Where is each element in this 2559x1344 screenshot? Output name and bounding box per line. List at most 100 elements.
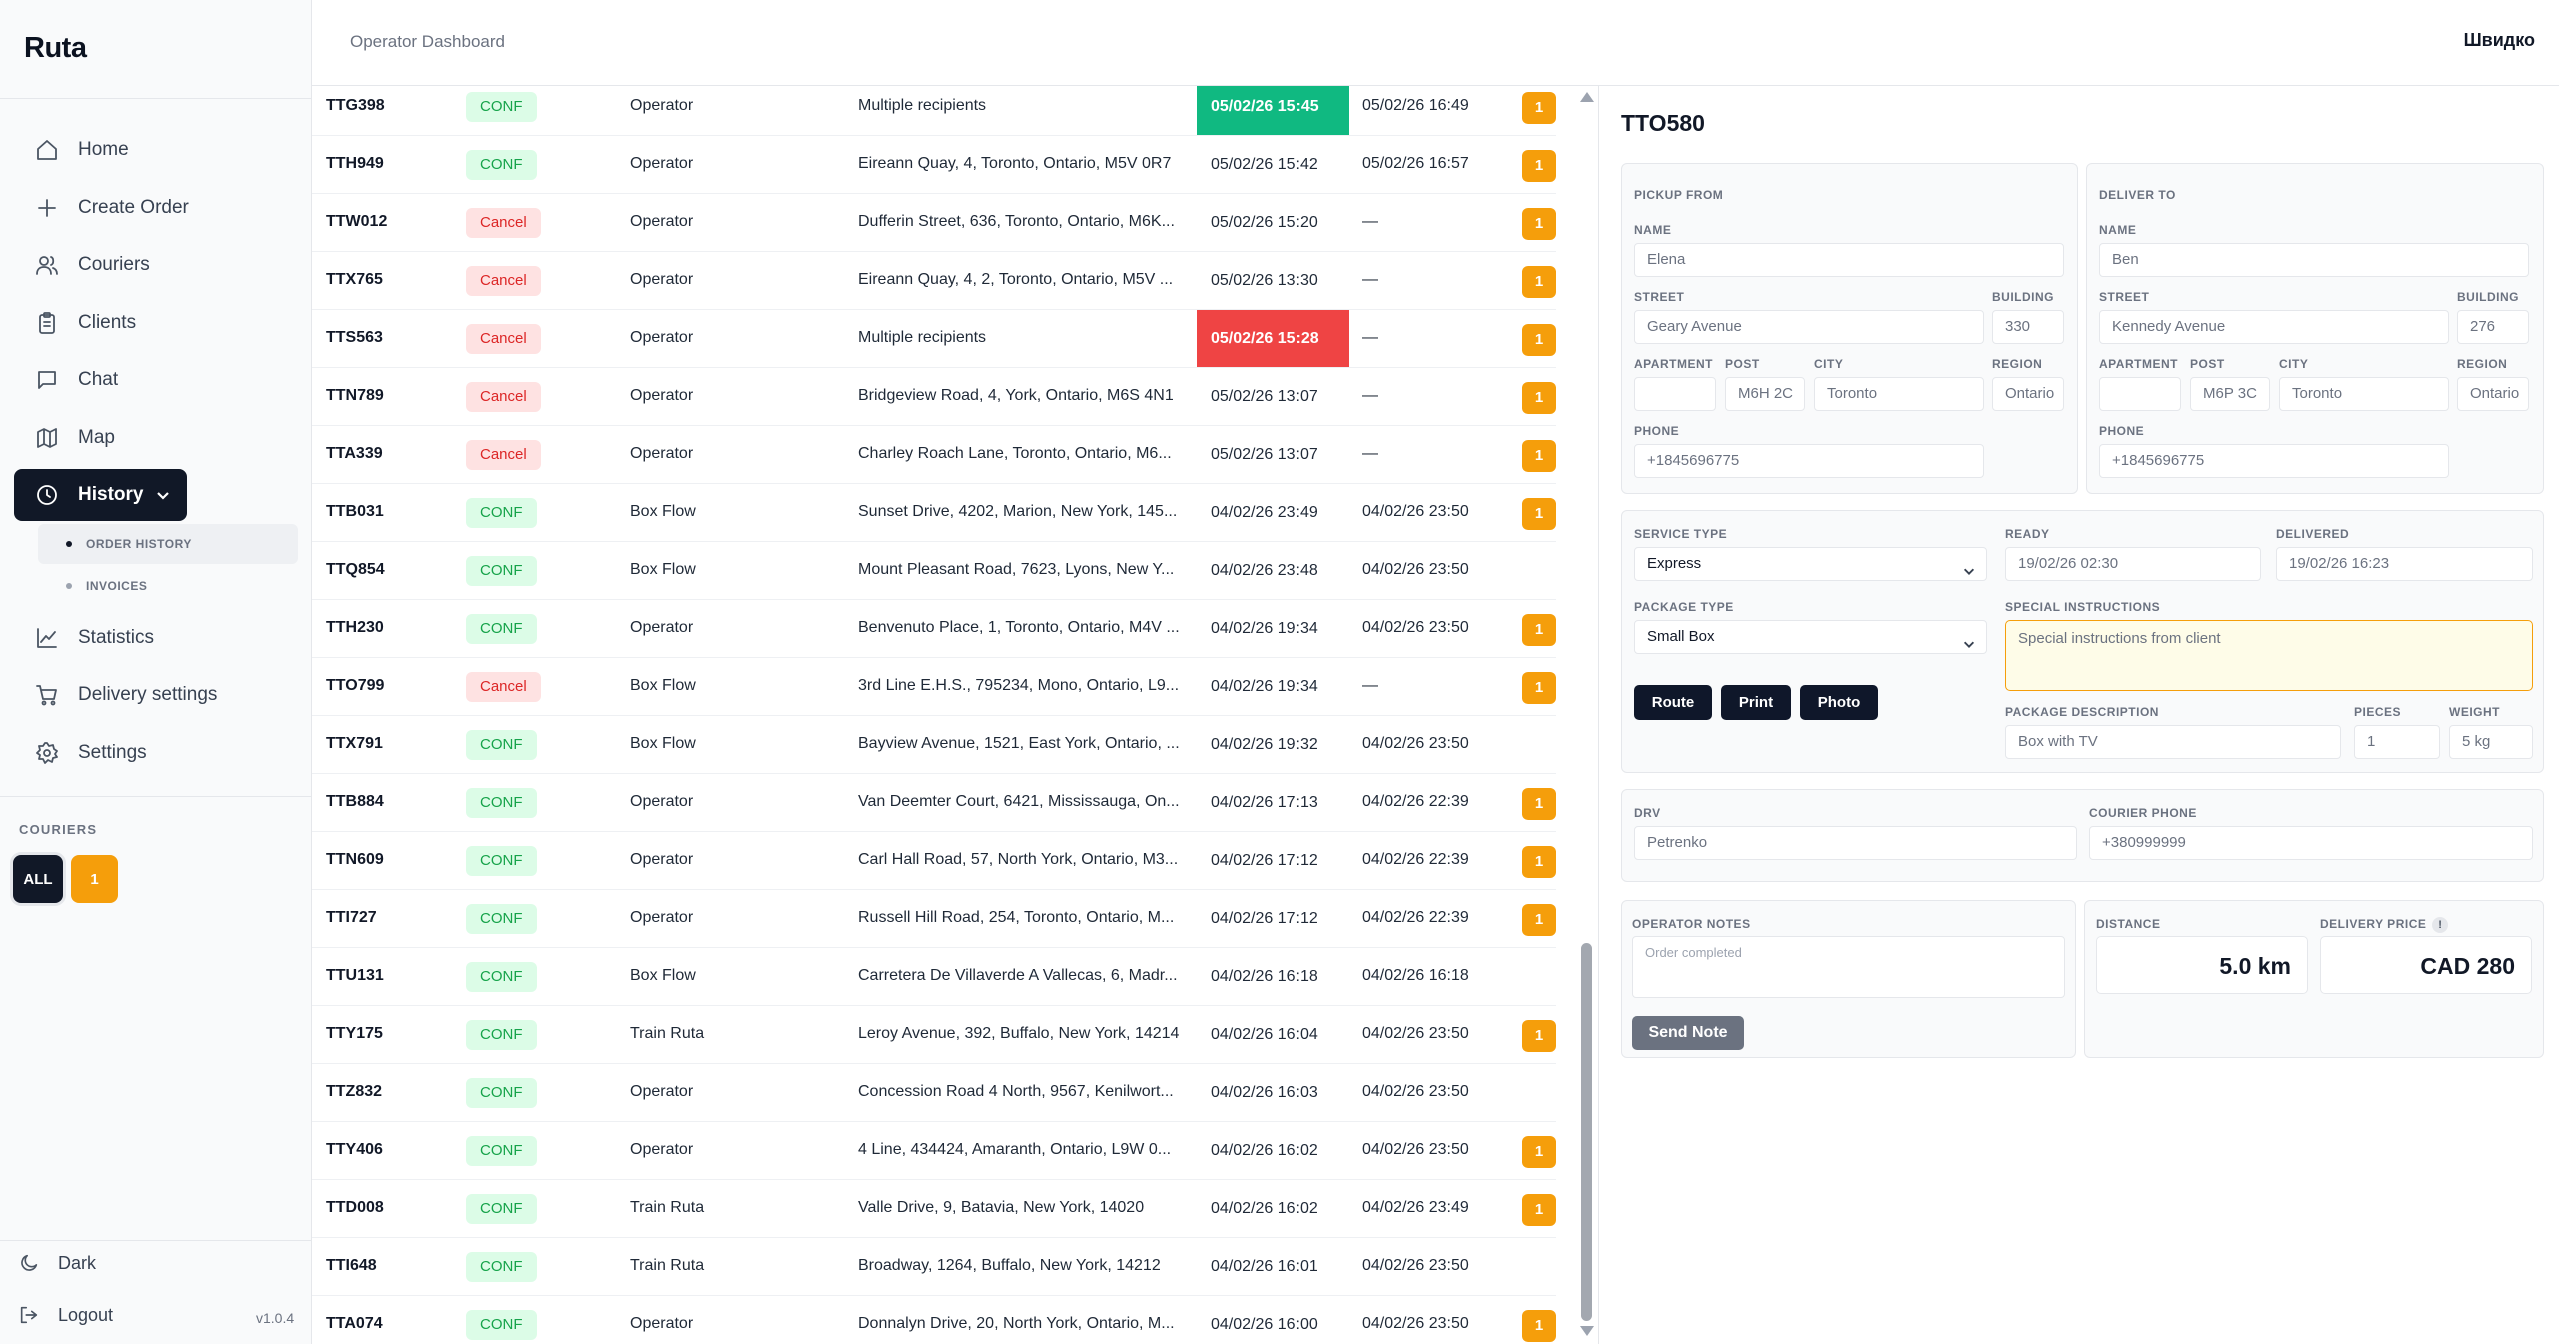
sidebar-item-settings[interactable]: Settings xyxy=(14,727,298,779)
order-address: Dufferin Street, 636, Toronto, Ontario, … xyxy=(858,213,1175,230)
deliver-name-field[interactable]: Ben xyxy=(2099,243,2529,277)
order-created-time: 04/02/26 16:02 xyxy=(1211,1200,1318,1217)
order-delivered-time: 04/02/26 16:18 xyxy=(1362,967,1469,984)
pickup-street-field[interactable]: Geary Avenue xyxy=(1634,310,1984,344)
status-badge: CONF xyxy=(466,1020,537,1050)
sidebar-item-delivery-settings[interactable]: Delivery settings xyxy=(14,669,298,721)
order-source: Operator xyxy=(630,155,694,172)
dark-mode-toggle[interactable]: Dark xyxy=(18,1252,96,1274)
table-row[interactable]: TTA339 Cancel Operator Charley Roach Lane, … xyxy=(312,426,1556,484)
order-source: Operator xyxy=(630,1141,694,1158)
order-delivered-time: — xyxy=(1362,213,1378,230)
delivered-field[interactable]: 19/02/26 16:23 xyxy=(2276,547,2533,581)
table-row[interactable]: TTX765 Cancel Operator Eireann Quay, 4, 2, … xyxy=(312,252,1556,310)
language-switch[interactable]: Швидко xyxy=(2464,30,2535,51)
pickup-region-field[interactable]: Ontario xyxy=(1992,377,2064,411)
deliver-street-field[interactable]: Kennedy Avenue xyxy=(2099,310,2449,344)
order-created-time: 05/02/26 15:20 xyxy=(1211,214,1318,231)
table-row[interactable]: TTG398 CONF Operator Multiple recipients 05/… xyxy=(312,86,1556,136)
sidebar-subitem-invoices[interactable]: Invoices xyxy=(38,566,298,606)
route-button[interactable]: Route xyxy=(1634,685,1712,720)
package-description-field[interactable]: Box with TV xyxy=(2005,725,2341,759)
pickup-building-field[interactable]: 330 xyxy=(1992,310,2064,344)
pickup-phone-field[interactable]: +1845696775 xyxy=(1634,444,1984,478)
table-row[interactable]: TTZ832 CONF Operator Concession Road 4 Nort… xyxy=(312,1064,1556,1122)
deliver-city-field[interactable]: Toronto xyxy=(2279,377,2449,411)
sidebar-item-label: History xyxy=(78,484,144,505)
sidebar-subitem-order-history[interactable]: Order History xyxy=(38,523,298,564)
service-type-select[interactable]: Express xyxy=(1634,547,1987,581)
deliver-region-field[interactable]: Ontario xyxy=(2457,377,2529,411)
print-button[interactable]: Print xyxy=(1721,685,1791,720)
table-row[interactable]: TTH949 CONF Operator Eireann Quay, 4, Toron… xyxy=(312,136,1556,194)
service-type-value: Express xyxy=(1647,555,1702,572)
table-row[interactable]: TTU131 CONF Box Flow Carretera De Villaverd… xyxy=(312,948,1556,1006)
table-row[interactable]: TTD008 CONF Train Ruta Valle Drive, 9, Bata… xyxy=(312,1180,1556,1238)
sidebar-item-couriers[interactable]: Couriers xyxy=(14,239,298,291)
table-row[interactable]: TTI727 CONF Operator Russell Hill Road, 254… xyxy=(312,890,1556,948)
table-row[interactable]: TTQ854 CONF Box Flow Mount Pleasant Road, 7… xyxy=(312,542,1556,600)
courier-phone-field[interactable]: +380999999 xyxy=(2089,826,2533,860)
orders-scrollbar[interactable] xyxy=(1574,86,1598,1344)
sidebar-item-label: Couriers xyxy=(78,254,150,275)
pickup-apartment-field[interactable] xyxy=(1634,377,1716,411)
sidebar-item-statistics[interactable]: Statistics xyxy=(14,612,298,664)
order-delivered-time: 04/02/26 23:50 xyxy=(1362,503,1469,520)
pickup-post-field[interactable]: M6H 2C xyxy=(1725,377,1805,411)
order-delivered-time: 05/02/26 16:57 xyxy=(1362,155,1469,172)
deliver-apartment-field[interactable] xyxy=(2099,377,2181,411)
delivery-price-label: DELIVERY PRICE! xyxy=(2320,917,2449,933)
courier-filter-all[interactable]: ALL xyxy=(13,855,63,903)
sidebar-item-create-order[interactable]: Create Order xyxy=(14,182,298,234)
scroll-thumb[interactable] xyxy=(1581,943,1592,1321)
order-address: Bayview Avenue, 1521, East York, Ontario… xyxy=(858,735,1180,752)
courier-filter-chip[interactable]: 1 xyxy=(71,855,118,903)
table-row[interactable]: TTA074 CONF Operator Donnalyn Drive, 20, No… xyxy=(312,1296,1556,1344)
scroll-down-arrow-icon[interactable] xyxy=(1580,1326,1594,1336)
special-instructions-input[interactable]: Special instructions from client xyxy=(2005,620,2533,691)
order-delivered-time: 04/02/26 23:50 xyxy=(1362,619,1469,636)
table-row[interactable]: TTY406 CONF Operator 4 Line, 434424, Amaran… xyxy=(312,1122,1556,1180)
table-row[interactable]: TTB884 CONF Operator Van Deemter Court, 642… xyxy=(312,774,1556,832)
order-created-time: 04/02/26 16:02 xyxy=(1211,1142,1318,1159)
table-row[interactable]: TTB031 CONF Box Flow Sunset Drive, 4202, Ma… xyxy=(312,484,1556,542)
deliver-building-field[interactable]: 276 xyxy=(2457,310,2529,344)
package-type-select[interactable]: Small Box xyxy=(1634,620,1987,654)
weight-field[interactable]: 5 kg xyxy=(2449,725,2533,759)
order-created-time: 04/02/26 23:49 xyxy=(1211,504,1318,521)
deliver-phone-field[interactable]: +1845696775 xyxy=(2099,444,2449,478)
service-type-label: SERVICE TYPE xyxy=(1634,527,1728,541)
table-row[interactable]: TTX791 CONF Box Flow Bayview Avenue, 1521, … xyxy=(312,716,1556,774)
table-row[interactable]: TTN789 Cancel Operator Bridgeview Road, 4, … xyxy=(312,368,1556,426)
table-row[interactable]: TTY175 CONF Train Ruta Leroy Avenue, 392, B… xyxy=(312,1006,1556,1064)
order-delivered-time: 04/02/26 23:50 xyxy=(1362,735,1469,752)
table-row[interactable]: TTI648 CONF Train Ruta Broadway, 1264, Buff… xyxy=(312,1238,1556,1296)
ready-field[interactable]: 19/02/26 02:30 xyxy=(2005,547,2261,581)
deliver-post-field[interactable]: M6P 3C xyxy=(2190,377,2270,411)
order-delivered-time: — xyxy=(1362,271,1378,288)
pieces-field[interactable]: 1 xyxy=(2354,725,2440,759)
send-note-button[interactable]: Send Note xyxy=(1632,1016,1744,1050)
sidebar-item-clients[interactable]: Clients xyxy=(14,297,298,349)
table-row[interactable]: TTW012 Cancel Operator Dufferin Street, 636… xyxy=(312,194,1556,252)
courier-count-badge: 1 xyxy=(1522,324,1556,356)
sidebar-item-home[interactable]: Home xyxy=(14,124,298,176)
table-row[interactable]: TTS563 Cancel Operator Multiple recipients 0… xyxy=(312,310,1556,368)
order-delivered-time: 04/02/26 23:50 xyxy=(1362,1025,1469,1042)
scroll-up-arrow-icon[interactable] xyxy=(1580,92,1594,102)
logout-button[interactable]: Logout xyxy=(18,1304,113,1326)
sidebar-item-history[interactable]: History xyxy=(14,469,187,521)
operator-notes-input[interactable]: Order completed xyxy=(1632,936,2065,998)
info-icon[interactable]: ! xyxy=(2432,917,2449,933)
table-row[interactable]: TTH230 CONF Operator Benvenuto Place, 1, To… xyxy=(312,600,1556,658)
sidebar-item-chat[interactable]: Chat xyxy=(14,354,298,406)
sidebar-item-map[interactable]: Map xyxy=(14,412,298,464)
order-source: Operator xyxy=(630,213,694,230)
table-row[interactable]: TTO799 Cancel Box Flow 3rd Line E.H.S., 795… xyxy=(312,658,1556,716)
pickup-city-field[interactable]: Toronto xyxy=(1814,377,1984,411)
photo-button[interactable]: Photo xyxy=(1800,685,1878,720)
driver-field[interactable]: Petrenko xyxy=(1634,826,2077,860)
status-badge: CONF xyxy=(466,1194,537,1224)
table-row[interactable]: TTN609 CONF Operator Carl Hall Road, 57, No… xyxy=(312,832,1556,890)
pickup-name-field[interactable]: Elena xyxy=(1634,243,2064,277)
